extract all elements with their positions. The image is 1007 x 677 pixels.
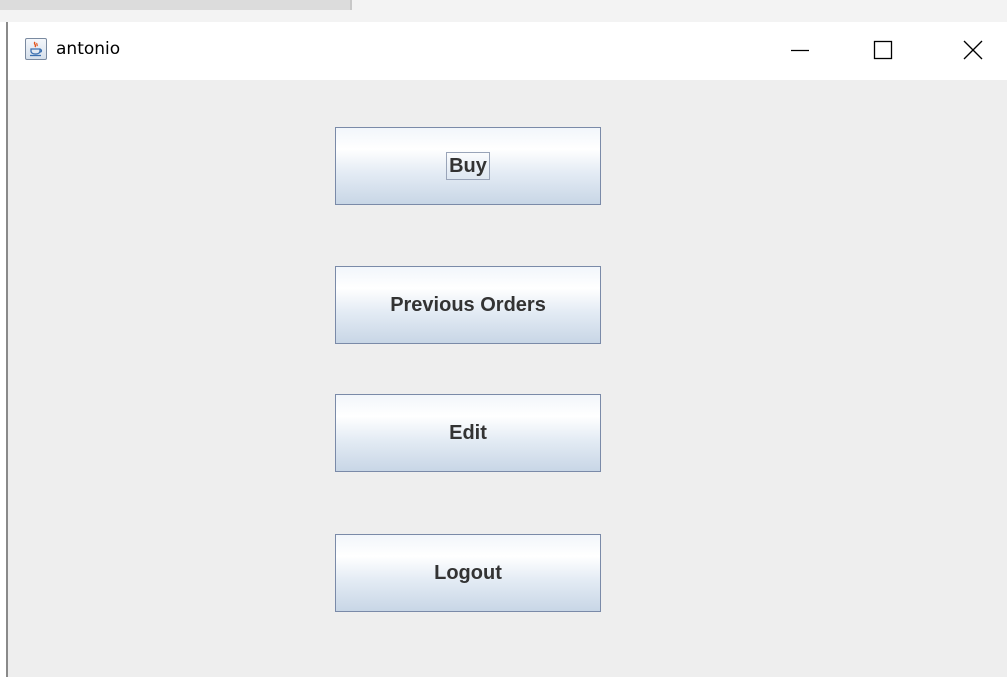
minimize-button[interactable] (770, 22, 830, 80)
edit-button-label: Edit (449, 422, 487, 444)
edit-button[interactable]: Edit (335, 394, 601, 472)
buy-button-label: Buy (446, 152, 490, 180)
background-strip (0, 0, 1007, 22)
buy-button[interactable]: Buy (335, 127, 601, 205)
app-window: antonio Buy Previous Orders Edit Logout (6, 22, 1007, 677)
maximize-button[interactable] (853, 22, 913, 80)
close-icon (963, 40, 983, 60)
java-coffee-cup-icon (25, 38, 47, 60)
logout-button[interactable]: Logout (335, 534, 601, 612)
maximize-icon (873, 40, 893, 60)
minimize-icon (791, 49, 809, 52)
menu-panel: Buy Previous Orders Edit Logout (8, 80, 1007, 677)
previous-orders-button-label: Previous Orders (390, 294, 546, 316)
close-button[interactable] (943, 22, 1003, 80)
window-title: antonio (56, 39, 121, 59)
previous-orders-button[interactable]: Previous Orders (335, 266, 601, 344)
background-tab (0, 0, 352, 10)
logout-button-label: Logout (434, 562, 502, 584)
title-bar[interactable]: antonio (8, 22, 1007, 80)
